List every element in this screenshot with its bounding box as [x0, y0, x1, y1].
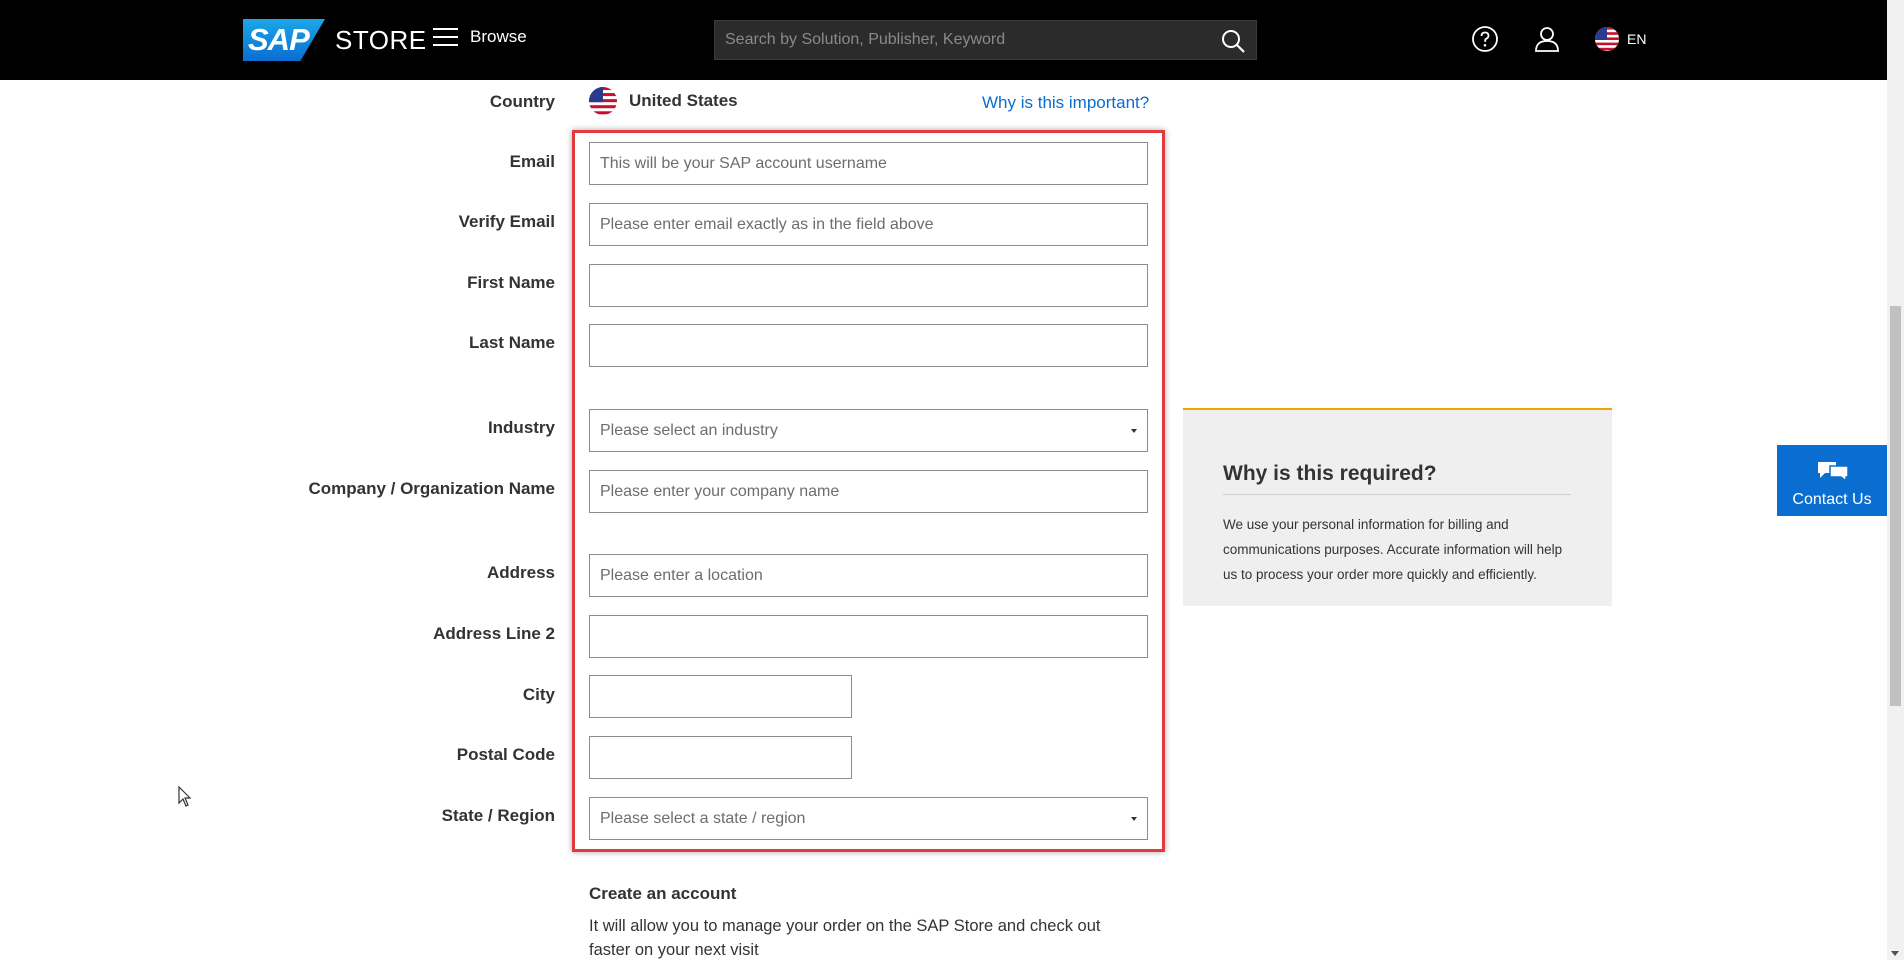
create-account-text: It will allow you to manage your order o… — [589, 917, 1101, 959]
city-label-wrap: City — [0, 685, 555, 715]
first-name-label: First Name — [467, 273, 555, 292]
sap-logo: SAP — [243, 19, 325, 61]
verify-email-label-wrap: Verify Email — [0, 212, 555, 242]
info-text: We use your personal information for bil… — [1223, 517, 1563, 582]
verify-email-label: Verify Email — [458, 212, 555, 231]
address-field[interactable] — [589, 554, 1148, 597]
scroll-down-arrow-icon[interactable] — [1891, 951, 1899, 956]
country-name: United States — [629, 91, 738, 110]
industry-selected-value: Please select an industry — [600, 422, 778, 439]
city-label: City — [522, 685, 555, 704]
store-label: STORE — [335, 24, 427, 55]
last-name-label: Last Name — [469, 333, 555, 352]
address-label: Address — [486, 563, 555, 582]
user-icon[interactable] — [1533, 25, 1561, 53]
address2-label: Address Line 2 — [433, 624, 555, 643]
chat-bubbles-icon — [1818, 462, 1849, 482]
address2-label-wrap: Address Line 2 — [0, 624, 555, 654]
state-region-select[interactable]: Please select a state / region — [589, 797, 1148, 840]
sap-store-logo[interactable]: SAP STORE — [243, 19, 427, 61]
top-navigation-bar: SAP STORE Browse EN — [0, 0, 1887, 80]
address-label-wrap: Address — [0, 563, 555, 593]
state-label-wrap: State / Region — [0, 806, 555, 836]
why-important-link[interactable]: Why is this important? — [982, 93, 1149, 113]
page-scrollbar[interactable] — [1887, 0, 1904, 960]
language-selector[interactable]: EN — [1595, 27, 1646, 51]
search-icon[interactable] — [1220, 28, 1246, 54]
contact-us-label: Contact Us — [1792, 491, 1872, 508]
email-label-wrap: Email — [0, 152, 555, 182]
postal-code-field[interactable] — [589, 736, 852, 779]
country-value: United States — [589, 87, 738, 115]
company-field[interactable] — [589, 470, 1148, 513]
company-label: Company / Organization Name — [308, 479, 555, 498]
language-code: EN — [1627, 31, 1647, 47]
state-selected-value: Please select a state / region — [600, 810, 806, 827]
verify-email-field[interactable] — [589, 203, 1148, 246]
create-account-title: Create an account — [589, 884, 737, 903]
postal-code-label-wrap: Postal Code — [0, 745, 555, 775]
scrollbar-thumb[interactable] — [1890, 306, 1901, 706]
last-name-field[interactable] — [589, 324, 1148, 367]
last-name-label-wrap: Last Name — [0, 333, 555, 363]
country-label: Country — [489, 92, 555, 111]
country-label-wrap: Country — [0, 92, 555, 122]
company-label-wrap: Company / Organization Name — [0, 479, 555, 509]
browse-button[interactable]: Browse — [433, 27, 527, 47]
address-line-2-field[interactable] — [589, 615, 1148, 658]
chevron-down-icon — [1131, 429, 1137, 433]
first-name-label-wrap: First Name — [0, 273, 555, 303]
info-title: Why is this required? — [1223, 462, 1571, 495]
us-flag-icon — [589, 87, 617, 115]
why-required-info-box: Why is this required? We use your person… — [1183, 408, 1612, 606]
mouse-cursor-icon — [178, 786, 192, 807]
industry-label: Industry — [487, 418, 555, 437]
first-name-field[interactable] — [589, 264, 1148, 307]
state-label: State / Region — [441, 806, 555, 825]
search-box — [714, 20, 1257, 60]
browse-label: Browse — [470, 27, 527, 46]
email-field[interactable] — [589, 142, 1148, 185]
industry-select[interactable]: Please select an industry — [589, 409, 1148, 452]
help-icon[interactable] — [1471, 25, 1499, 53]
search-input[interactable] — [715, 21, 1205, 59]
city-field[interactable] — [589, 675, 852, 718]
contact-us-button[interactable]: Contact Us — [1777, 445, 1887, 516]
industry-label-wrap: Industry — [0, 418, 555, 448]
email-label: Email — [509, 152, 555, 171]
chevron-down-icon — [1131, 817, 1137, 821]
postal-code-label: Postal Code — [456, 745, 555, 764]
hamburger-icon — [433, 28, 458, 46]
us-flag-icon — [1595, 27, 1619, 51]
